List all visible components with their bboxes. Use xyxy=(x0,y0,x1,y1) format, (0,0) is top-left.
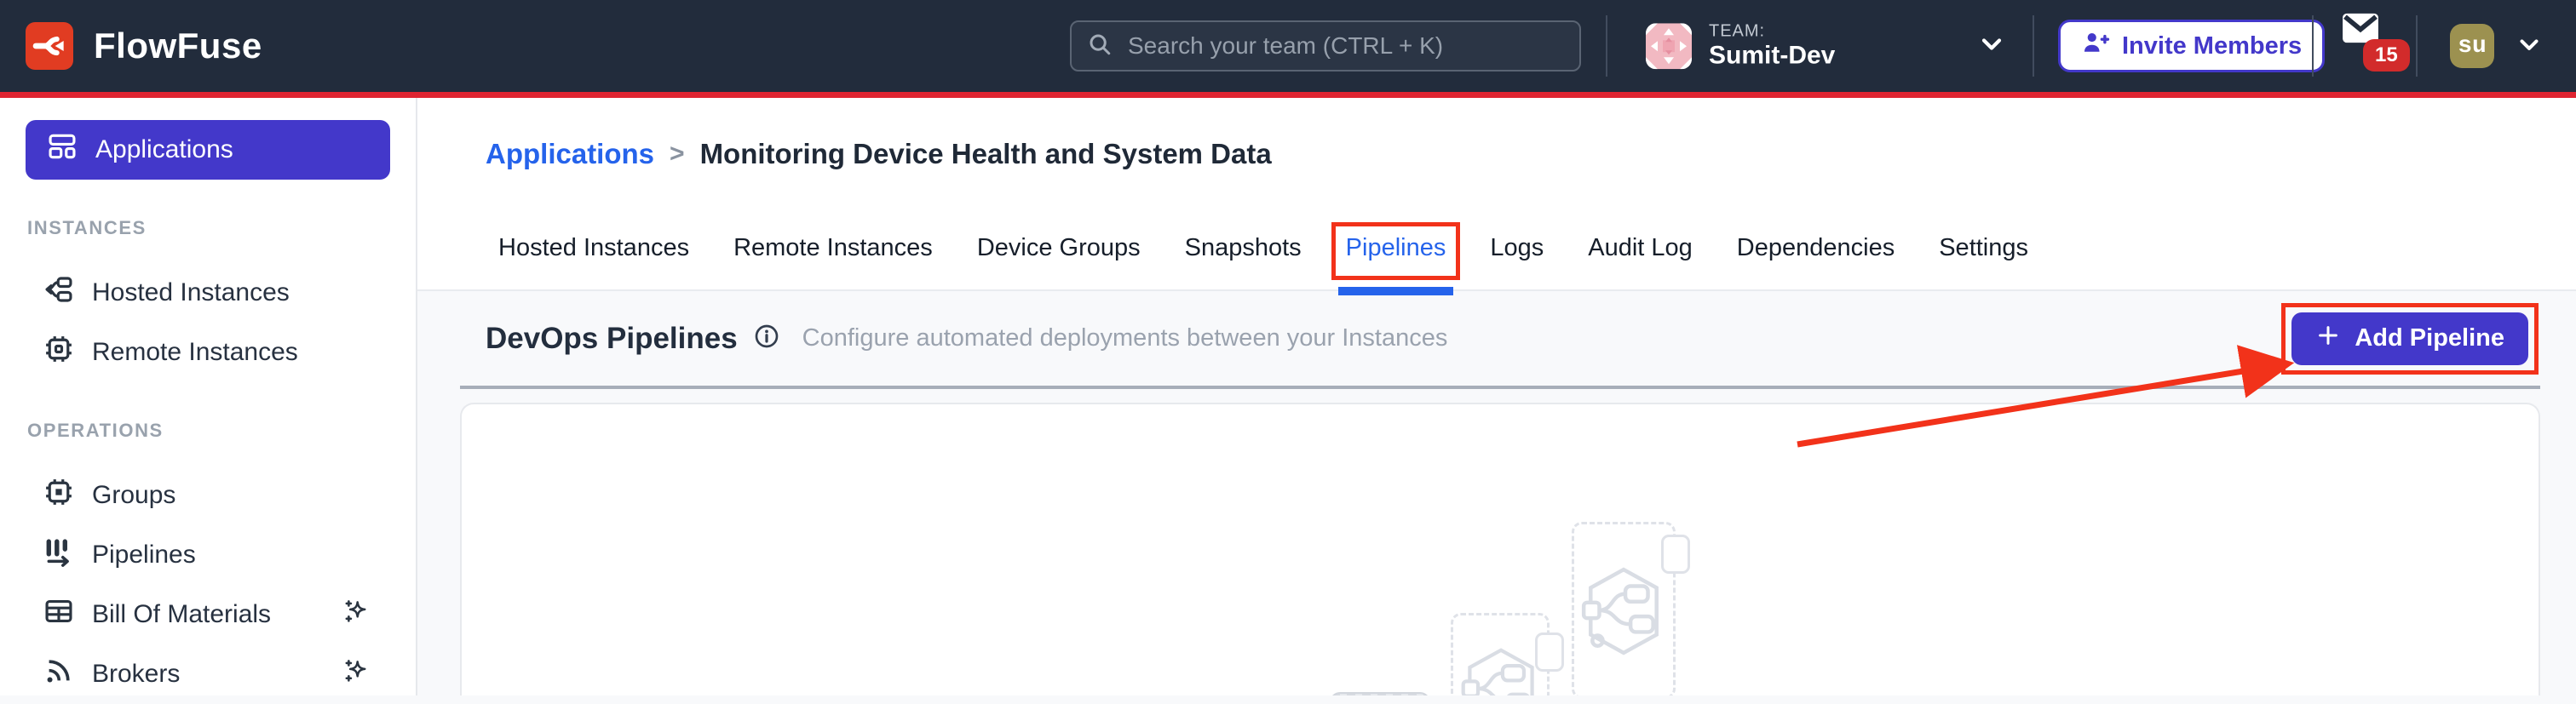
person-plus-icon xyxy=(2081,28,2110,64)
flowfuse-logo-icon xyxy=(26,22,73,70)
node-hexagon-illustration xyxy=(1461,645,1541,695)
section-title: DevOps Pipelines xyxy=(486,321,738,355)
sidebar-item-groups[interactable]: Groups xyxy=(0,466,416,525)
sidebar-section-operations: OPERATIONS xyxy=(27,420,164,441)
tab-remote-instances[interactable]: Remote Instances xyxy=(733,234,933,289)
sidebar-item-label: Applications xyxy=(95,135,233,163)
broadcast-icon xyxy=(43,655,75,694)
sidebar-item-remote-instances[interactable]: Remote Instances xyxy=(0,323,416,382)
add-pipeline-button[interactable]: Add Pipeline xyxy=(2291,312,2528,365)
invite-members-label: Invite Members xyxy=(2122,31,2303,60)
team-text: TEAM: Sumit-Dev xyxy=(1709,21,1835,71)
search-input[interactable] xyxy=(1126,31,1564,60)
node-hexagon-illustration xyxy=(1581,564,1666,662)
pipelines-content xyxy=(417,389,2576,695)
sidebar-item-label: Groups xyxy=(92,481,176,509)
brand[interactable]: FlowFuse xyxy=(26,22,262,70)
brand-name: FlowFuse xyxy=(94,26,262,66)
info-icon[interactable] xyxy=(753,323,780,354)
sidebar-item-label: Brokers xyxy=(92,660,181,688)
tab-snapshots[interactable]: Snapshots xyxy=(1185,234,1302,289)
sparkles-icon xyxy=(342,597,371,632)
sparkles-icon xyxy=(342,656,371,692)
sidebar-item-pipelines[interactable]: Pipelines xyxy=(0,525,416,585)
chevron-down-icon xyxy=(2515,30,2544,63)
header-divider xyxy=(1606,15,1607,77)
tab-settings[interactable]: Settings xyxy=(1939,234,2028,289)
user-menu[interactable]: su xyxy=(2450,24,2544,68)
notification-count-badge: 15 xyxy=(2363,39,2410,72)
team-avatar xyxy=(1646,23,1692,69)
header-divider xyxy=(2312,15,2314,77)
header-divider xyxy=(2416,15,2418,77)
chevron-down-icon xyxy=(1976,29,2007,64)
add-pipeline-wrapper: Add Pipeline xyxy=(2281,302,2539,375)
pipelines-section-header: DevOps Pipelines Configure automated dep… xyxy=(417,291,2576,386)
table-icon xyxy=(43,595,75,634)
hosted-instances-icon xyxy=(43,273,75,312)
plus-icon xyxy=(2315,323,2341,355)
clipped-card-illustration xyxy=(1330,692,1430,695)
sidebar-item-hosted-instances[interactable]: Hosted Instances xyxy=(0,263,416,323)
main-content: Applications > Monitoring Device Health … xyxy=(417,98,2576,695)
annotation-highlight-box-tab xyxy=(1331,222,1461,280)
notifications-button[interactable]: 15 xyxy=(2341,12,2410,80)
team-search[interactable] xyxy=(1070,20,1581,72)
pipelines-section-title-group: DevOps Pipelines Configure automated dep… xyxy=(486,322,1447,356)
page-title: Monitoring Device Health and System Data xyxy=(699,138,1272,169)
sidebar-item-label: Bill Of Materials xyxy=(92,600,272,628)
application-tabs: Hosted Instances Remote Instances Device… xyxy=(417,222,2576,295)
top-navigation-bar: FlowFuse TEAM: Sumit-Dev xyxy=(0,0,2576,98)
user-avatar: su xyxy=(2450,24,2494,68)
page-header: Applications > Monitoring Device Health … xyxy=(417,98,2576,295)
sidebar-item-brokers[interactable]: Brokers xyxy=(0,644,416,704)
groups-chip-icon xyxy=(43,476,75,515)
sidebar-item-label: Hosted Instances xyxy=(92,278,290,306)
active-tab-underline xyxy=(1337,287,1454,295)
sidebar-item-applications[interactable]: Applications xyxy=(26,120,390,180)
header-divider xyxy=(2033,15,2034,77)
search-icon xyxy=(1087,31,1113,61)
sidebar-item-label: Pipelines xyxy=(92,541,196,569)
tab-device-groups[interactable]: Device Groups xyxy=(977,234,1141,289)
sidebar-section-instances: INSTANCES xyxy=(27,217,147,238)
add-pipeline-label: Add Pipeline xyxy=(2355,324,2504,352)
tab-dependencies[interactable]: Dependencies xyxy=(1737,234,1895,289)
team-label: TEAM: xyxy=(1709,21,1766,41)
tab-audit-log[interactable]: Audit Log xyxy=(1588,234,1693,289)
pipelines-empty-state-card xyxy=(460,403,2540,695)
section-subtitle: Configure automated deployments between … xyxy=(802,324,1448,352)
pipelines-icon xyxy=(43,535,75,575)
tab-hosted-instances[interactable]: Hosted Instances xyxy=(498,234,689,289)
sidebar: Applications INSTANCES Hosted Instances xyxy=(0,98,417,695)
sidebar-item-bill-of-materials[interactable]: Bill Of Materials xyxy=(0,585,416,644)
tab-logs[interactable]: Logs xyxy=(1490,234,1544,289)
tab-pipelines[interactable]: Pipelines xyxy=(1331,222,1461,295)
breadcrumb: Applications > Monitoring Device Health … xyxy=(486,135,2576,173)
sidebar-item-label: Remote Instances xyxy=(92,338,298,366)
chip-icon xyxy=(43,333,75,372)
applications-icon xyxy=(46,130,78,169)
breadcrumb-separator: > xyxy=(670,140,685,168)
invite-members-button[interactable]: Invite Members xyxy=(2058,20,2326,72)
team-selector[interactable]: TEAM: Sumit-Dev xyxy=(1646,21,2007,71)
team-name: Sumit-Dev xyxy=(1709,41,1836,70)
breadcrumb-applications-link[interactable]: Applications xyxy=(486,138,654,170)
